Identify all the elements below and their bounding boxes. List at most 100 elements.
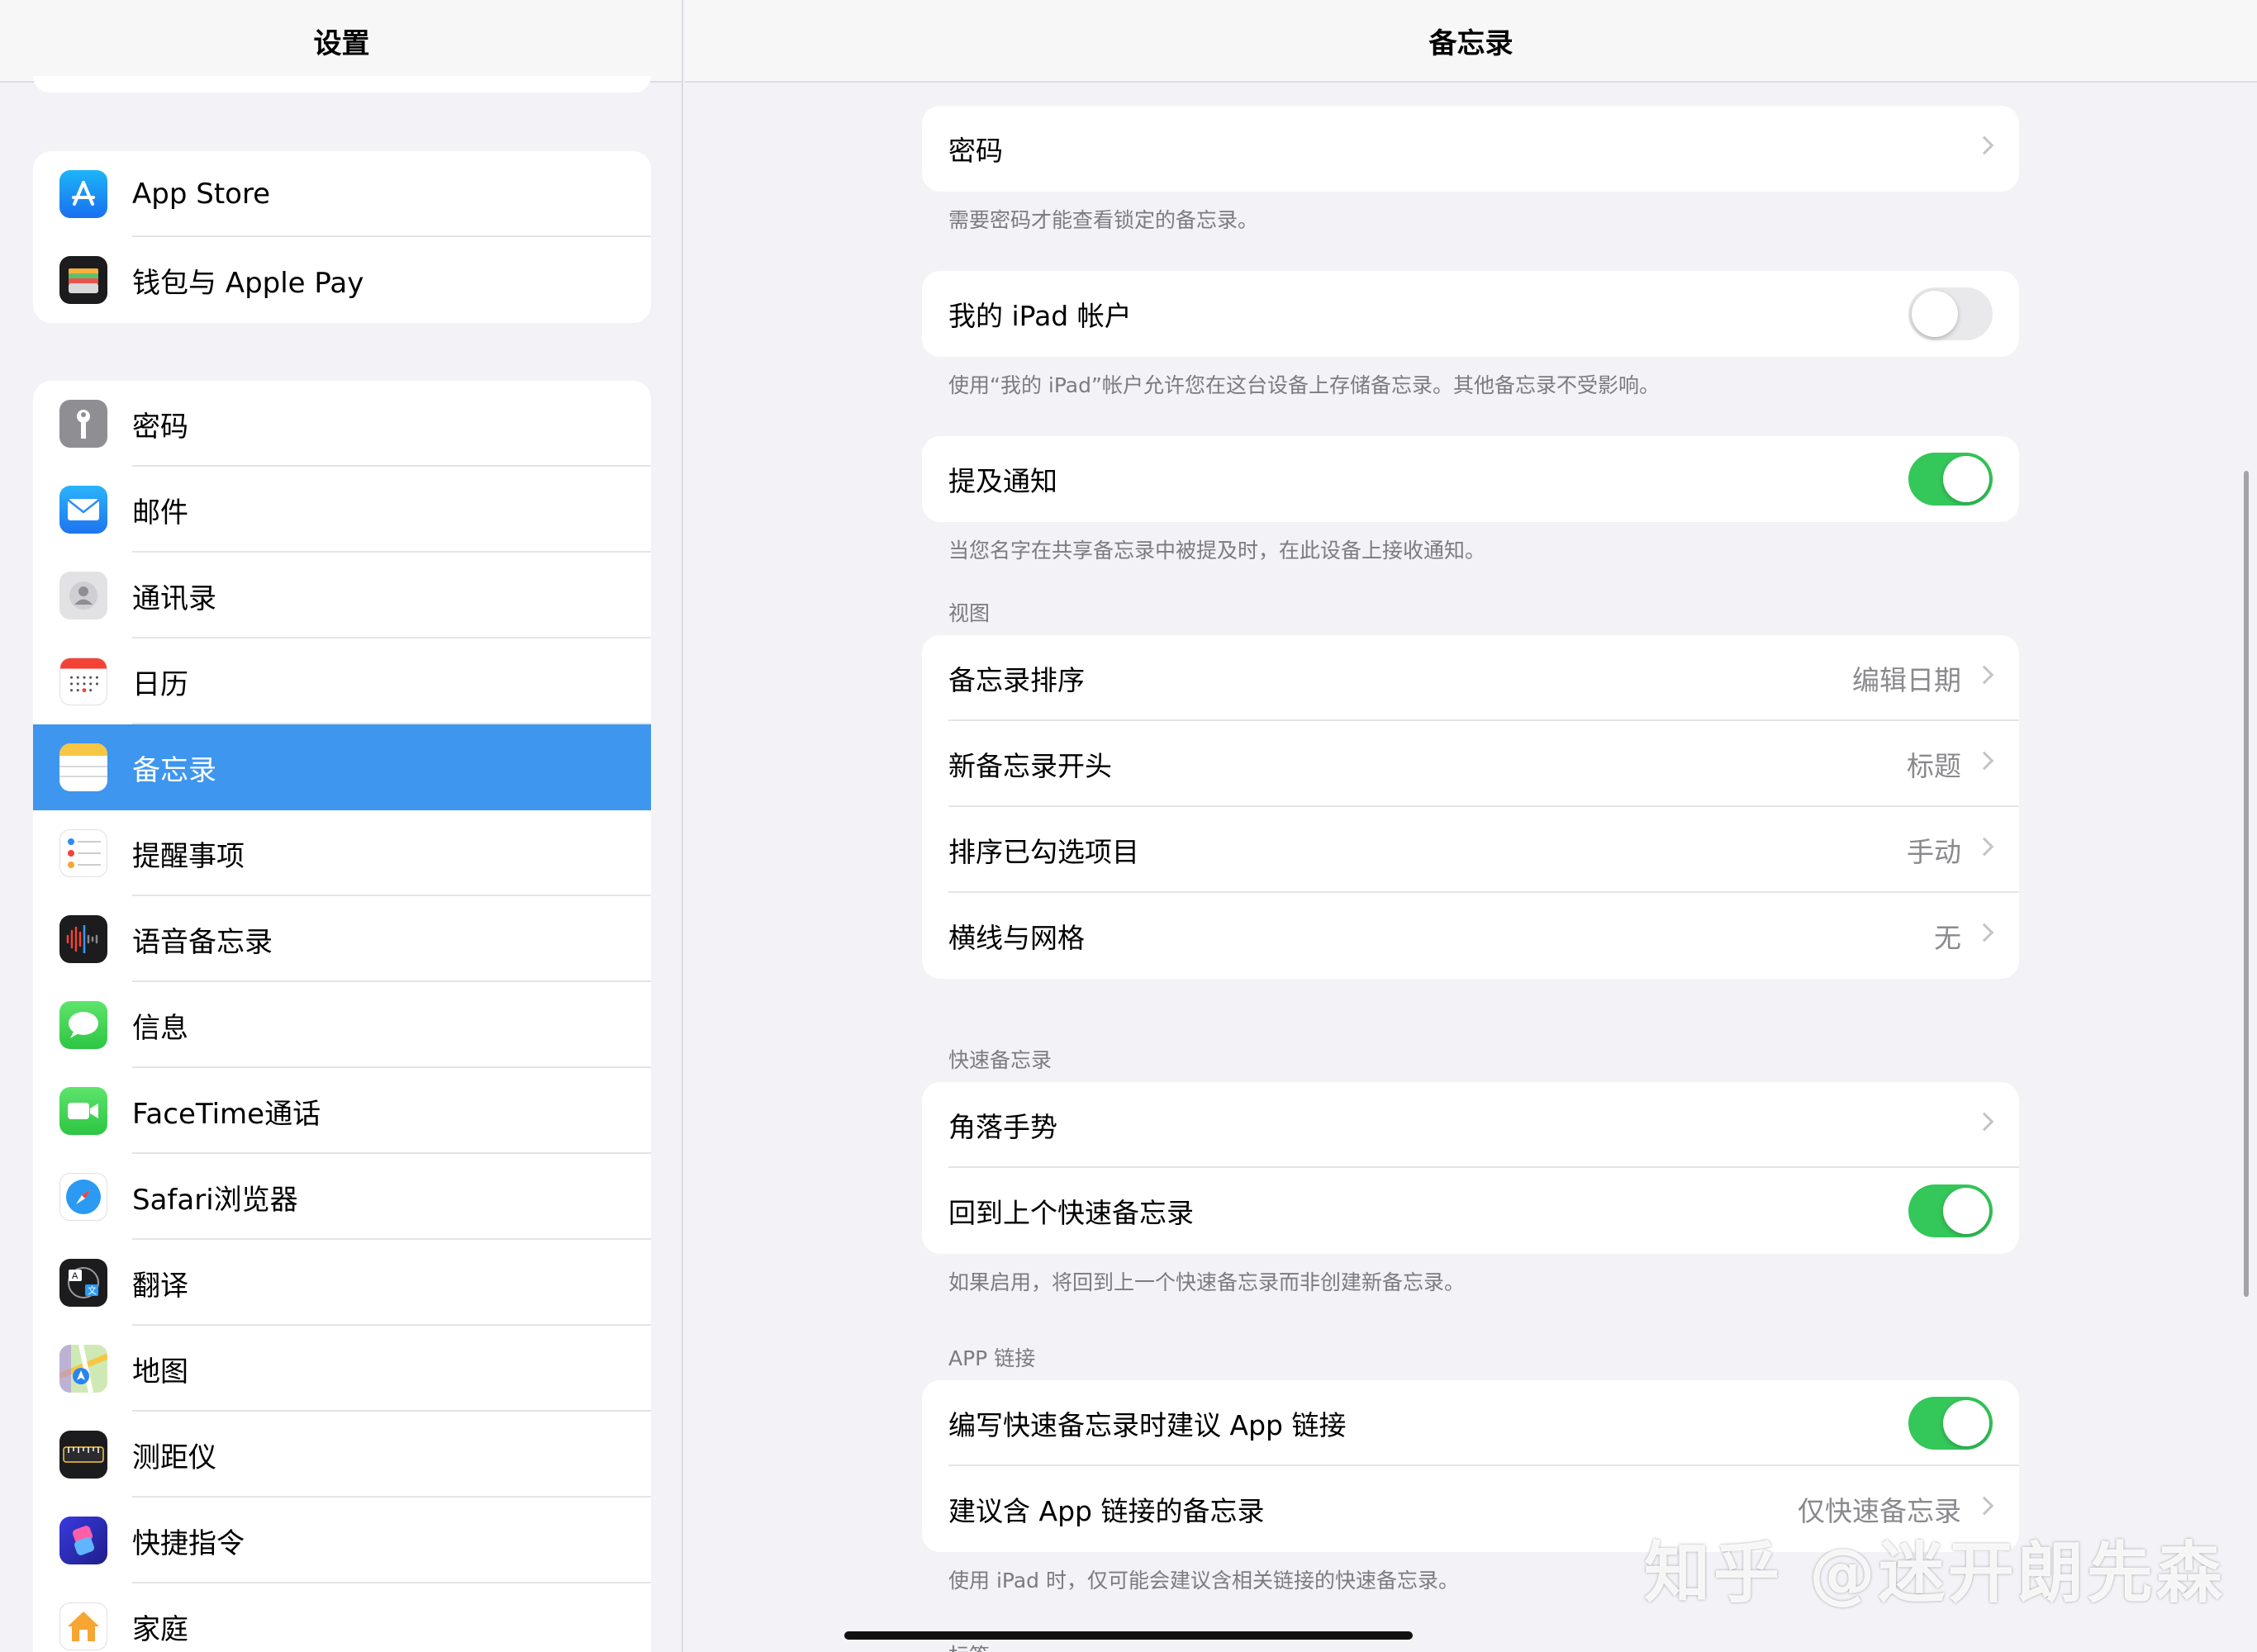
mail-icon [59,486,107,534]
row-label: 回到上个快速备忘录 [948,1197,1194,1229]
view-card: 备忘录排序 编辑日期 新备忘录开头 标题 排序已勾选项目 手动 横线与网格 无 [922,635,2019,979]
sidebar-item-reminders[interactable]: 提醒事项 [33,810,651,896]
lines-grids-row[interactable]: 横线与网格 无 [922,893,2019,979]
app-links-section-header: APP 链接 [948,1346,1036,1370]
sidebar-group-apps: 密码 邮件 通讯录 日历 备忘录 提醒事项 语音备忘录 信息 FaceTime通… [33,381,651,1652]
sidebar-item-maps[interactable]: 地图 [33,1326,651,1412]
password-note: 需要密码才能查看锁定的备忘录。 [948,208,1259,232]
sidebar-item-label: 地图 [132,1355,188,1389]
mentions-row: 提及通知 [922,436,2019,522]
detail-header: 备忘录 [685,0,2257,83]
sidebar-item-label: 通讯录 [132,582,216,615]
mentions-note: 当您名字在共享备忘录中被提及时，在此设备上接收通知。 [948,539,1486,563]
sidebar-group-store: App Store 钱包与 Apple Pay [33,151,651,323]
contacts-icon [59,572,107,620]
row-value: 标题 [1907,750,1961,782]
row-label: 横线与网格 [948,922,1085,954]
safari-icon [59,1173,107,1221]
mentions-card: 提及通知 [922,436,2019,522]
sort-checked-row[interactable]: 排序已勾选项目 手动 [922,807,2019,893]
sidebar-item-voice-memos[interactable]: 语音备忘录 [33,896,651,982]
reminders-icon [59,829,107,877]
row-value: 无 [1934,922,1961,954]
sidebar-item-contacts[interactable]: 通讯录 [33,553,651,638]
view-section-header: 视图 [948,601,991,625]
app-links-note: 使用 iPad 时，仅可能会建议含相关链接的快速备忘录。 [948,1569,1459,1593]
sidebar-item-label: 提醒事项 [132,839,245,873]
ipad-account-note: 使用“我的 iPad”帐户允许您在这台设备上存储备忘录。其他备忘录不受影响。 [948,373,1660,397]
row-label: 建议含 App 链接的备忘录 [948,1495,1265,1527]
quick-notes-card: 角落手势 回到上个快速备忘录 [922,1082,2019,1254]
app-store-icon [59,170,107,218]
svg-text:A: A [72,1271,78,1281]
sidebar-item-label: 备忘录 [132,753,216,787]
sidebar-item-measure[interactable]: 测距仪 [33,1412,651,1498]
row-value: 手动 [1907,836,1961,868]
suggest-app-links-row: 编写快速备忘录时建议 App 链接 [922,1380,2019,1466]
sidebar-item-label: 信息 [132,1011,188,1045]
facetime-icon [59,1087,107,1135]
sidebar-item-messages[interactable]: 信息 [33,982,651,1068]
sidebar-title: 设置 [313,26,370,60]
tags-section-header: 标签 [948,1640,990,1652]
sidebar-item-label: 家庭 [132,1612,188,1646]
sidebar-item-label: FaceTime通话 [132,1097,321,1131]
chevron-right-icon [1974,751,1994,771]
ipad-account-toggle[interactable] [1908,287,1993,340]
chevron-right-icon [1974,135,1994,155]
sidebar-item-wallet[interactable]: 钱包与 Apple Pay [33,237,651,323]
row-label: 新备忘录开头 [948,750,1112,782]
resume-quick-note-toggle[interactable] [1908,1184,1993,1237]
sidebar-item-translate[interactable]: A文 翻译 [33,1240,651,1326]
page-title: 备忘录 [1428,26,1513,60]
sidebar-item-label: 快捷指令 [132,1526,245,1560]
resume-quick-note-row: 回到上个快速备忘录 [922,1168,2019,1254]
sidebar-item-notes[interactable]: 备忘录 [33,724,651,810]
chevron-right-icon [1974,665,1994,685]
watermark: 知乎 @迷开朗先森 [1644,1535,2226,1612]
sidebar-item-app-store[interactable]: App Store [33,151,651,237]
row-label: 编写快速备忘录时建议 App 链接 [948,1409,1347,1441]
new-notes-start-row[interactable]: 新备忘录开头 标题 [922,721,2019,807]
sidebar-item-facetime[interactable]: FaceTime通话 [33,1068,651,1154]
sidebar-item-passwords[interactable]: 密码 [33,381,651,467]
measure-icon [59,1431,107,1479]
chevron-right-icon [1974,1112,1994,1132]
suggest-app-links-toggle[interactable] [1908,1397,1993,1450]
calendar-icon [59,657,107,705]
sidebar-item-shortcuts[interactable]: 快捷指令 [33,1498,651,1583]
sidebar-item-label: 语音备忘录 [132,925,273,959]
row-label: 我的 iPad 帐户 [948,300,1132,332]
ipad-account-row: 我的 iPad 帐户 [922,271,2019,357]
quick-notes-note: 如果启用，将回到上一个快速备忘录而非创建新备忘录。 [948,1270,1466,1294]
row-label: 备忘录排序 [948,664,1085,696]
quick-notes-section-header: 快速备忘录 [948,1048,1052,1072]
row-label: 角落手势 [948,1111,1057,1143]
scrollbar[interactable] [2244,471,2249,1297]
settings-sidebar: 设置 App Store 钱包与 Apple Pay 密码 邮件 通讯录 日历 … [0,0,683,1652]
sidebar-item-label: 测距仪 [132,1441,216,1474]
chevron-right-icon [1974,1496,1994,1516]
password-row[interactable]: 密码 [922,106,2019,192]
corner-gestures-row[interactable]: 角落手势 [922,1082,2019,1168]
row-label: 提及通知 [948,465,1057,497]
notes-icon [59,743,107,791]
sidebar-item-label: 邮件 [132,496,188,529]
home-icon [59,1602,107,1650]
chevron-right-icon [1974,923,1994,942]
home-indicator[interactable] [844,1631,1413,1640]
sidebar-item-calendar[interactable]: 日历 [33,638,651,724]
sidebar-item-home[interactable]: 家庭 [33,1583,651,1652]
chevron-right-icon [1974,837,1994,857]
sidebar-item-safari[interactable]: Safari浏览器 [33,1154,651,1240]
key-icon [59,400,107,448]
sidebar-item-mail[interactable]: 邮件 [33,467,651,553]
sidebar-group-top-stub [33,76,651,93]
messages-icon [59,1001,107,1049]
wallet-icon [59,256,107,304]
mentions-toggle[interactable] [1908,453,1993,506]
sort-notes-row[interactable]: 备忘录排序 编辑日期 [922,635,2019,721]
sidebar-item-label: 密码 [132,410,188,444]
sidebar-item-label: 钱包与 Apple Pay [132,266,364,300]
password-card: 密码 [922,106,2019,192]
